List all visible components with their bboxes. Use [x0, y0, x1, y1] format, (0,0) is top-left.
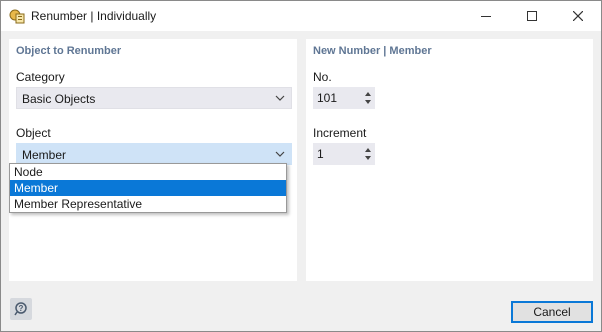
increment-label: Increment	[313, 126, 367, 140]
object-label: Object	[16, 126, 51, 140]
chevron-down-icon	[275, 95, 285, 101]
category-combobox[interactable]: Basic Objects	[16, 87, 292, 109]
spin-up-icon[interactable]	[364, 91, 372, 97]
close-icon	[573, 11, 583, 21]
increment-spinbox[interactable]: 1	[313, 143, 375, 165]
spin-down-icon[interactable]	[364, 155, 372, 161]
dropdown-option[interactable]: Member Representative	[10, 196, 286, 212]
dialog-content: Object to Renumber Category Basic Object…	[1, 31, 601, 331]
number-value: 101	[317, 91, 338, 105]
section-title-object-to-renumber: Object to Renumber	[16, 45, 122, 57]
object-combobox[interactable]: Member	[16, 143, 292, 165]
object-value: Member	[22, 148, 67, 162]
chevron-down-icon	[275, 151, 285, 157]
new-number-panel: New Number | Member No. 101 Increment 1	[306, 39, 593, 281]
title-bar: Renumber | Individually	[1, 1, 601, 31]
category-label: Category	[16, 70, 65, 84]
category-value: Basic Objects	[22, 92, 96, 106]
dropdown-option[interactable]: Member	[10, 180, 286, 196]
close-button[interactable]	[555, 1, 601, 31]
number-spinbox[interactable]: 101	[313, 87, 375, 109]
spin-down-icon[interactable]	[364, 99, 372, 105]
maximize-button[interactable]	[509, 1, 555, 31]
maximize-icon	[527, 11, 537, 21]
increment-value: 1	[317, 147, 324, 161]
svg-text:?: ?	[19, 304, 24, 313]
dropdown-option[interactable]: Node	[10, 164, 286, 180]
minimize-button[interactable]	[463, 1, 509, 31]
app-icon	[9, 9, 25, 24]
dialog-window: Renumber | Individually Object to Renumb…	[0, 0, 602, 332]
minimize-icon	[481, 16, 491, 17]
object-to-renumber-panel: Object to Renumber Category Basic Object…	[9, 39, 297, 281]
cancel-button[interactable]: Cancel	[511, 301, 593, 323]
object-dropdown-list: Node Member Member Representative	[9, 163, 287, 213]
spin-up-icon[interactable]	[364, 147, 372, 153]
help-icon: ?	[14, 302, 27, 316]
help-button[interactable]: ?	[10, 298, 32, 320]
number-label: No.	[313, 70, 332, 84]
window-title: Renumber | Individually	[31, 9, 157, 23]
section-title-new-number: New Number | Member	[313, 45, 432, 57]
